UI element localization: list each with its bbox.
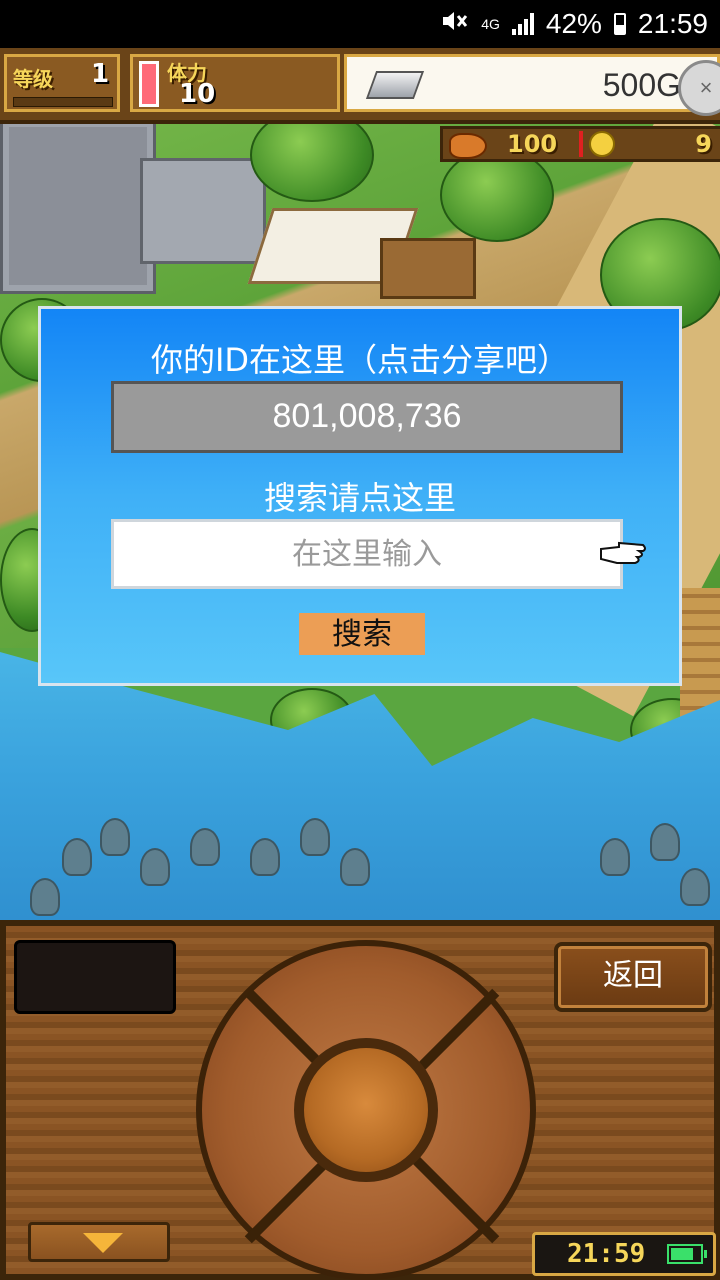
stamina-gauge — [139, 61, 159, 107]
divider — [579, 131, 583, 157]
player-id-box[interactable]: 801,008,736 — [111, 381, 623, 453]
scroll-down-button[interactable] — [28, 1222, 170, 1262]
rock — [680, 868, 710, 906]
medal-value: 9 — [695, 130, 712, 158]
search-label: 搜索请点这里 — [263, 479, 456, 517]
wooden-cart — [380, 238, 476, 299]
controller-panel: 返回 21:59 — [0, 920, 720, 1280]
pointing-hand-icon — [599, 537, 649, 567]
back-button[interactable]: 返回 — [554, 942, 712, 1012]
level-label: 等级 — [13, 67, 53, 91]
castle-tower — [140, 158, 266, 264]
money-value: 500G — [602, 67, 681, 103]
medal-icon — [589, 131, 615, 157]
money-panel: 500G — [344, 54, 720, 112]
top-hud: 等级 1 体力 10 500G — [0, 48, 720, 124]
rock — [30, 878, 60, 916]
network-icon: 4G — [481, 16, 500, 32]
rock — [190, 828, 220, 866]
rock — [340, 848, 370, 886]
rock — [250, 838, 280, 876]
status-bar: 4G 42% 21:59 — [0, 0, 720, 48]
dpad-center-button[interactable] — [294, 1038, 438, 1182]
rock — [100, 818, 130, 856]
status-time: 21:59 — [637, 8, 708, 39]
game-clock: 21:59 — [532, 1232, 716, 1276]
dialog-title: 你的ID在这里（点击分享吧） — [150, 341, 570, 379]
stamina-panel: 体力 10 — [130, 54, 340, 112]
tree — [440, 148, 554, 242]
directional-pad[interactable] — [196, 940, 536, 1280]
rock — [600, 838, 630, 876]
arrow-down-icon — [83, 1233, 123, 1253]
search-input[interactable] — [111, 519, 623, 589]
resource-bar: 100 9 — [440, 126, 720, 162]
food-value: 100 — [507, 130, 558, 158]
exp-bar — [13, 97, 113, 107]
battery-icon — [667, 1244, 707, 1264]
rock — [140, 848, 170, 886]
rock — [62, 838, 92, 876]
meat-icon — [449, 133, 487, 159]
battery-icon — [613, 13, 626, 35]
search-button[interactable]: 搜索 — [299, 613, 425, 655]
silver-ingot-icon — [365, 71, 425, 99]
castle-wall — [0, 118, 156, 294]
signal-icon — [511, 13, 534, 35]
clock-time: 21:59 — [567, 1239, 646, 1269]
rock — [300, 818, 330, 856]
mute-icon — [441, 8, 469, 40]
rock — [650, 823, 680, 861]
message-panel — [14, 940, 176, 1014]
level-value: 1 — [91, 59, 110, 89]
id-search-dialog: 你的ID在这里（点击分享吧） 801,008,736 搜索请点这里 搜索 — [38, 306, 682, 686]
stamina-value: 10 — [179, 79, 216, 109]
battery-percent: 42% — [545, 8, 602, 39]
level-panel: 等级 1 — [4, 54, 120, 112]
